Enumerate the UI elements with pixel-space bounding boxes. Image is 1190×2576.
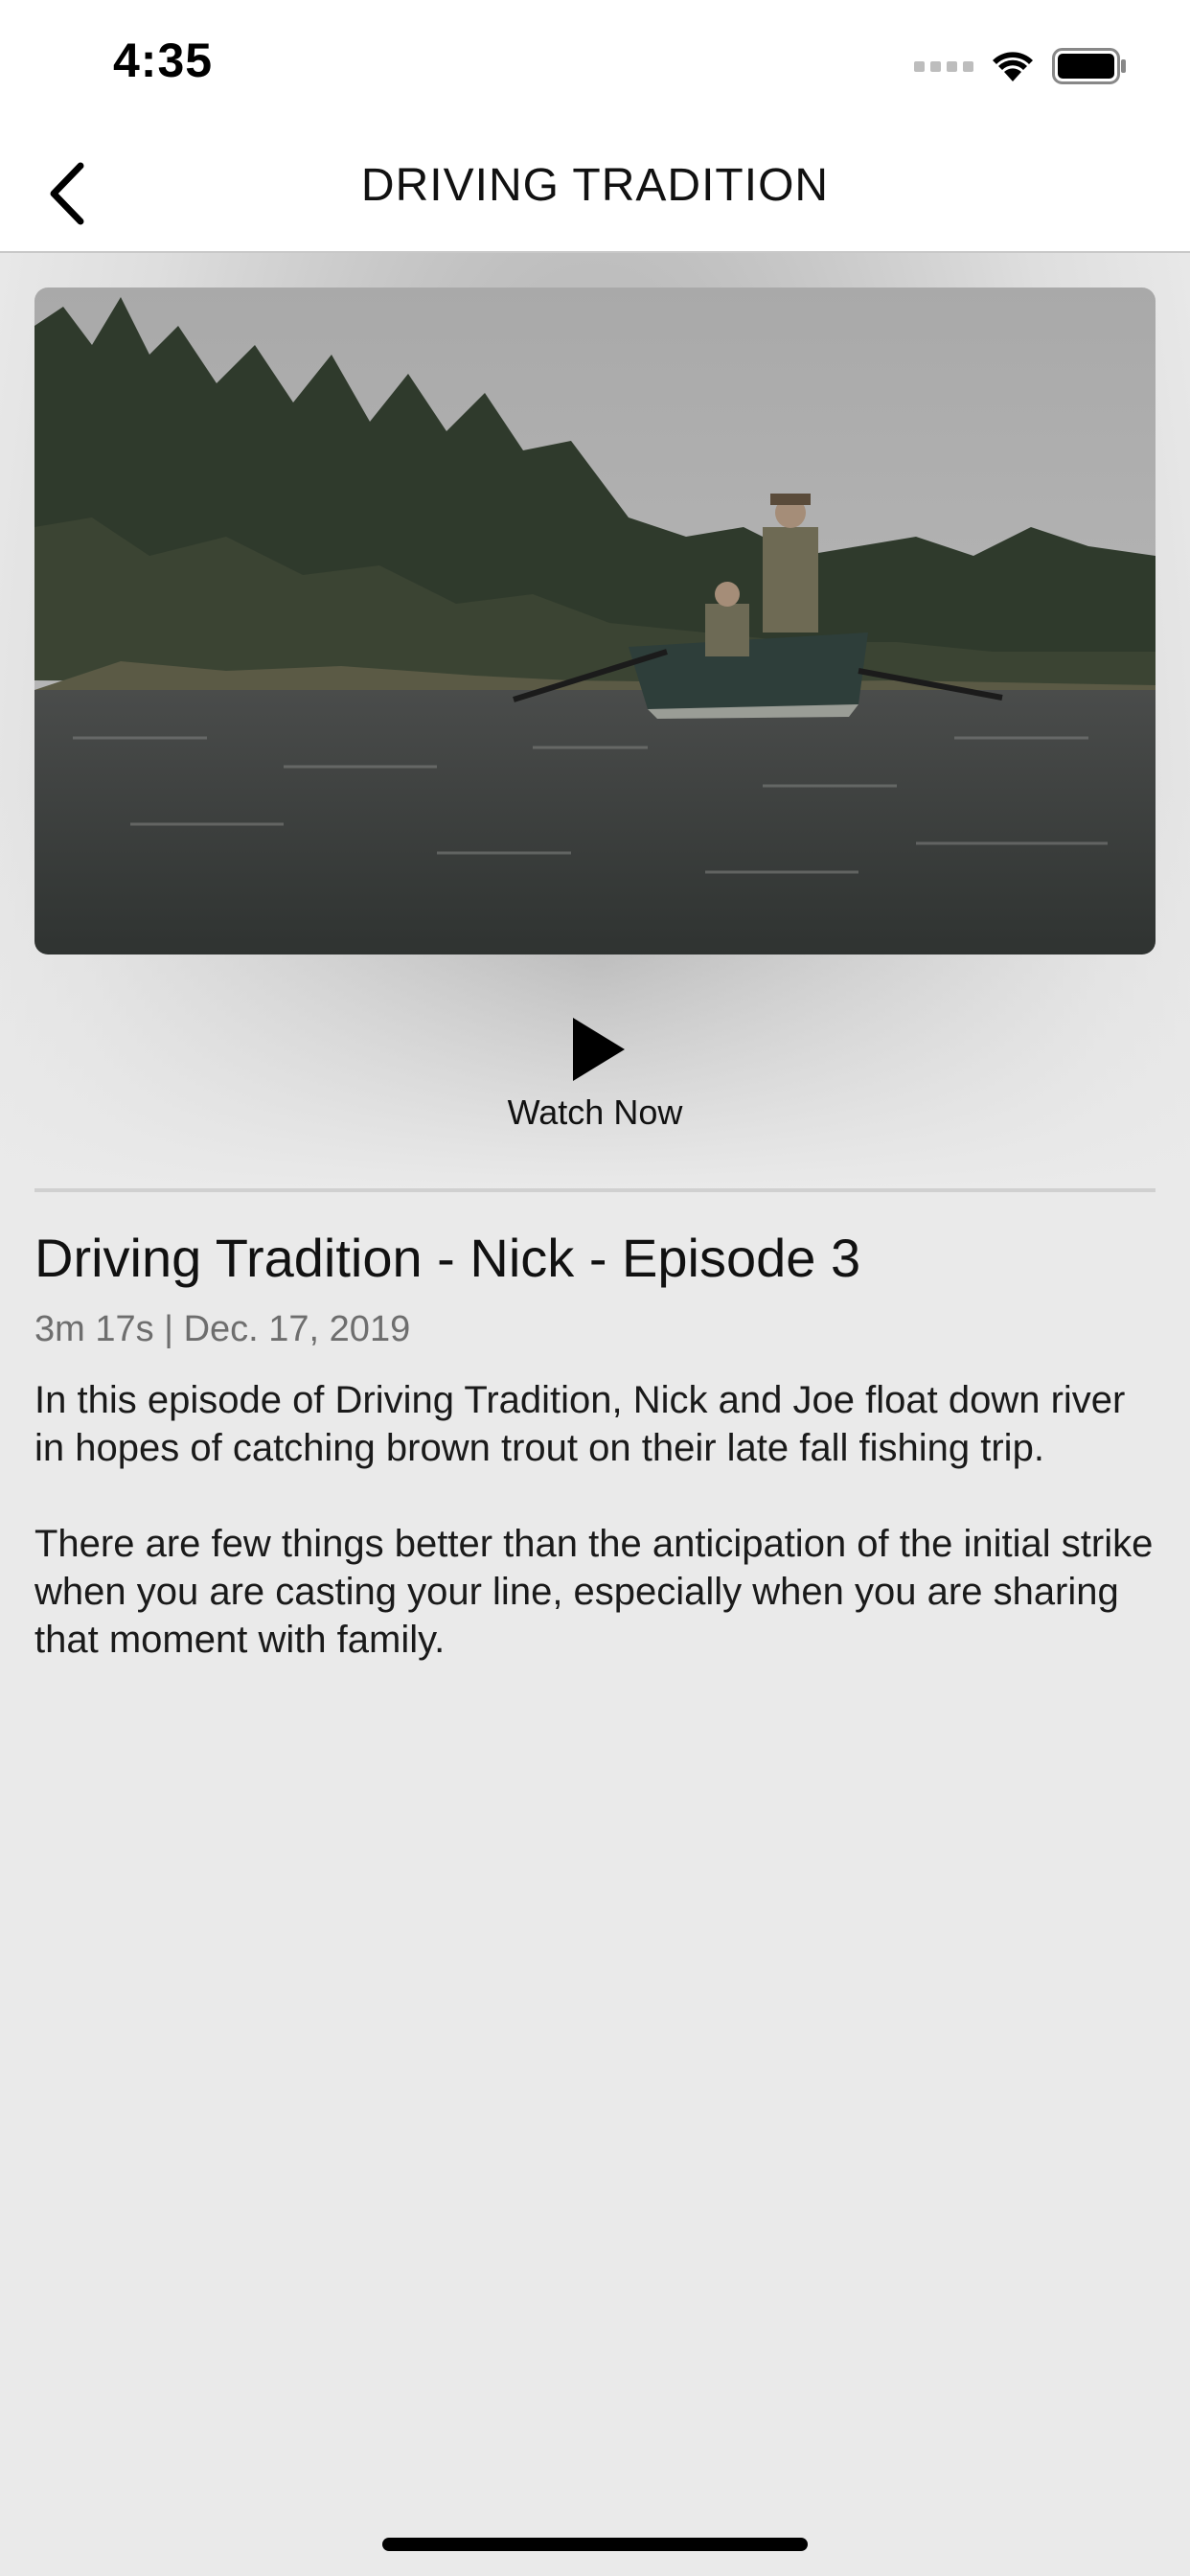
watch-now-label: Watch Now (507, 1092, 683, 1132)
description-paragraph: In this episode of Driving Tradition, Ni… (34, 1379, 1126, 1469)
video-thumbnail[interactable] (34, 288, 1156, 954)
navigation-bar: DRIVING TRADITION (0, 134, 1190, 253)
home-indicator[interactable] (382, 2538, 808, 2551)
watch-now-button[interactable]: Watch Now (451, 1016, 739, 1169)
episode-title: Driving Tradition - Nick - Episode 3 (34, 1228, 861, 1288)
status-time: 4:35 (113, 34, 214, 87)
divider (34, 1188, 1156, 1192)
battery-icon (1052, 48, 1127, 84)
description-paragraph: There are few things better than the ant… (34, 1523, 1154, 1661)
play-icon (573, 1018, 625, 1081)
cellular-signal-icon (914, 60, 973, 72)
page-title: DRIVING TRADITION (360, 160, 830, 211)
status-indicators (914, 42, 1127, 90)
video-thumbnail-image (34, 288, 1156, 954)
status-bar: 4:35 (0, 0, 1190, 134)
wifi-icon (991, 50, 1035, 82)
episode-description: In this episode of Driving Tradition, Ni… (34, 1376, 1156, 1712)
episode-meta: 3m 17s | Dec. 17, 2019 (34, 1309, 411, 1349)
episode-detail: Watch Now Driving Tradition - Nick - Epi… (0, 253, 1190, 2576)
